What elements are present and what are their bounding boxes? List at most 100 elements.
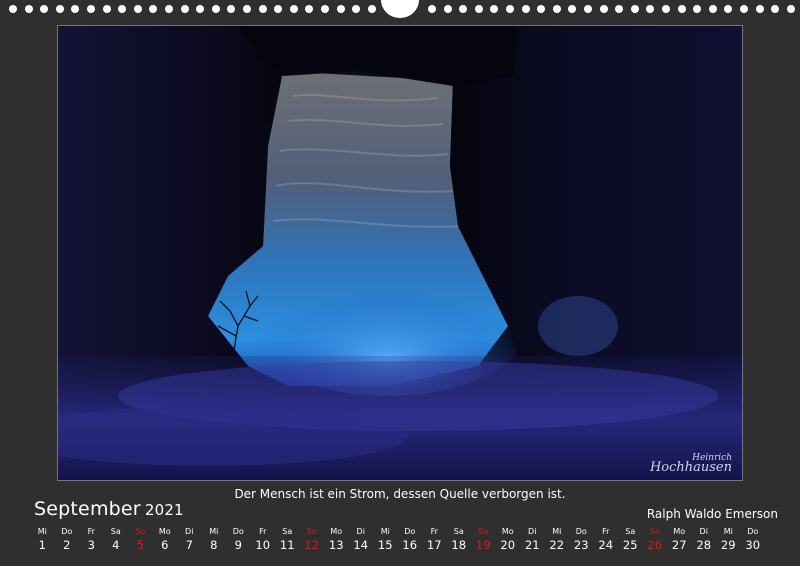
binding-hole	[352, 5, 361, 13]
day-number: 13	[328, 538, 344, 552]
weekday-label: Mo	[158, 527, 171, 536]
binding-hole	[662, 5, 670, 13]
weekday-label: Mo	[673, 527, 686, 536]
binding-hole	[9, 5, 17, 13]
day-cell: Do 23	[569, 526, 594, 552]
weekday-label: Di	[185, 527, 194, 536]
day-cell: Sa 4	[104, 526, 129, 552]
day-number: 17	[426, 538, 442, 552]
weekday-label: So	[478, 527, 489, 536]
binding-hole	[568, 5, 577, 13]
quote-author: Ralph Waldo Emerson	[646, 507, 778, 521]
binding-hole	[102, 5, 111, 13]
binding-hole	[243, 5, 251, 13]
weekday-label: So	[306, 527, 317, 536]
day-number: 25	[622, 538, 638, 552]
binding-hole	[521, 5, 530, 13]
weekday-label: Di	[356, 527, 365, 536]
day-cell: So 26	[643, 526, 668, 552]
day-cell: Fr 17	[422, 526, 447, 552]
day-cell: Mi 29	[716, 526, 741, 552]
day-number: 10	[255, 538, 271, 552]
binding-hole	[24, 5, 33, 13]
binding-hole	[740, 5, 748, 13]
binding-hole	[693, 5, 702, 13]
binding-hole	[71, 5, 80, 13]
binding-hole	[459, 5, 468, 13]
day-number: 22	[549, 538, 565, 552]
day-number: 4	[112, 538, 120, 552]
day-number: 8	[210, 538, 218, 552]
day-cell: Do 9	[226, 526, 251, 552]
weekday-label: Di	[528, 527, 537, 536]
binding-hole	[428, 5, 436, 13]
binding-hole	[708, 5, 717, 13]
weekday-label: Sa	[282, 527, 293, 536]
day-cell: Mi 1	[30, 526, 55, 552]
day-number: 6	[161, 538, 169, 552]
day-number: 15	[377, 538, 393, 552]
weekday-label: Mi	[552, 527, 562, 536]
signature-line-2: Hochhausen	[649, 460, 732, 475]
binding-hole	[786, 5, 795, 13]
binding-hole	[584, 5, 592, 13]
weekday-label: Di	[699, 527, 708, 536]
binding-hole	[87, 5, 95, 13]
day-number: 23	[573, 538, 589, 552]
day-number: 19	[475, 538, 491, 552]
weekday-label: So	[135, 527, 146, 536]
binding-hole	[630, 5, 639, 13]
binding-hole	[490, 5, 499, 13]
day-cell: So 12	[300, 526, 325, 552]
binding-hole	[677, 5, 686, 13]
day-number: 1	[38, 538, 46, 552]
binding-hole	[771, 5, 780, 13]
binding-hole	[336, 5, 345, 13]
day-cell: Di 14	[349, 526, 374, 552]
day-number: 11	[279, 538, 295, 552]
binding-hole	[755, 5, 764, 13]
binding-hole	[133, 5, 142, 13]
day-number: 26	[647, 538, 663, 552]
binding-hole	[646, 5, 655, 13]
weekday-label: So	[649, 527, 660, 536]
day-cell: Fr 24	[594, 526, 619, 552]
day-strip: Mi 1 Do 2 Fr 3 Sa 4 So 5 Mo 6 Di 7 Mi 8 Do 9 Fr 10 Sa 11 So 12 M…	[30, 526, 770, 552]
day-cell: Sa 11	[275, 526, 300, 552]
binding-hole	[474, 5, 483, 13]
binding-hole	[506, 5, 514, 13]
photographer-signature: Heinrich Hochhausen	[649, 454, 732, 475]
day-cell: Mo 20	[496, 526, 521, 552]
day-cell: So 19	[471, 526, 496, 552]
day-cell: Mi 8	[202, 526, 227, 552]
weekday-label: Do	[747, 527, 759, 536]
binding-hole	[443, 5, 452, 13]
day-number: 20	[500, 538, 516, 552]
day-number: 24	[598, 538, 614, 552]
day-cell: Mo 13	[324, 526, 349, 552]
day-cell: Do 2	[55, 526, 80, 552]
binding-hole	[305, 5, 314, 13]
day-cell: Fr 10	[251, 526, 276, 552]
weekday-label: Fr	[430, 527, 438, 536]
day-cell: Sa 25	[618, 526, 643, 552]
day-number: 21	[524, 538, 540, 552]
weekday-label: Do	[575, 527, 587, 536]
day-number: 29	[720, 538, 736, 552]
month-title: September 2021	[34, 498, 184, 520]
binding-hole	[321, 5, 329, 13]
binding-hole	[367, 5, 376, 13]
weekday-label: Sa	[453, 527, 464, 536]
weekday-label: Do	[61, 527, 73, 536]
day-number: 2	[63, 538, 71, 552]
day-cell: Fr 3	[79, 526, 104, 552]
day-number: 3	[87, 538, 95, 552]
day-cell: Do 16	[398, 526, 423, 552]
binding-hole	[599, 5, 608, 13]
binding-hole	[40, 5, 49, 13]
day-cell: Mi 15	[373, 526, 398, 552]
binding-hole	[537, 5, 546, 13]
binding-hole	[258, 5, 267, 13]
binding-hole	[149, 5, 158, 13]
weekday-label: Fr	[602, 527, 610, 536]
